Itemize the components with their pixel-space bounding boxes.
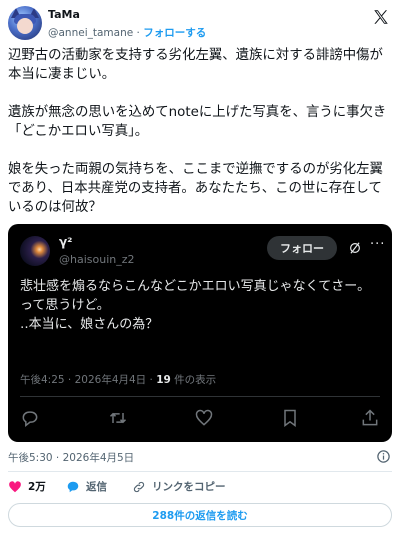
heart-icon[interactable] [194,408,214,428]
link-icon [133,481,145,492]
handle-separator: · [136,27,140,39]
quoted-divider [20,396,380,397]
author-handle[interactable]: @annei_tamane [48,27,133,39]
copy-link-button[interactable]: リンクをコピー [132,479,226,494]
quoted-tweet-text: 悲壮感を煽るならこんなどこかエロい写真じゃなくてさー。 って思うけど。 ‥本当に… [20,279,371,332]
x-logo-icon[interactable] [372,8,390,26]
like-count: 2万 [28,481,46,493]
author-handle-row: @annei_tamane · フォローする [48,25,206,40]
like-button[interactable]: 2万 [8,479,46,494]
reply-icon [67,481,79,492]
copy-link-label: リンクをコピー [152,481,226,493]
author-name[interactable]: TaMa [48,8,80,21]
reply-label: 返信 [86,481,107,493]
read-replies-button[interactable]: 288件の返信を読む [8,503,392,527]
retweet-icon[interactable] [108,408,128,428]
quoted-author-avatar[interactable] [20,236,50,266]
quoted-timestamp[interactable]: 午後4:25 · 2026年4月4日 · [20,374,156,386]
quoted-action-bar [8,408,392,430]
info-icon[interactable] [376,449,391,464]
follow-link[interactable]: フォローする [143,27,206,39]
heart-icon [9,480,21,492]
quoted-view-label: 件の表示 [170,374,217,386]
quoted-tweet-card[interactable]: γ² @haisouin_z2 フォロー ··· 悲壮感を煽るならこんなどこかエ… [8,224,392,442]
tweet-header: TaMa @annei_tamane · フォローする [8,6,392,40]
quoted-view-count: 19 [156,374,171,386]
grok-icon[interactable] [348,241,362,255]
quoted-follow-button[interactable]: フォロー [267,236,337,260]
quoted-author-name[interactable]: γ² [59,235,72,249]
divider [8,471,392,472]
tweet-timestamp[interactable]: 午後5:30 · 2026年4月5日 [8,450,134,465]
tweet-text: 辺野古の活動家を支持する劣化左翼、遺族に対する誹謗中傷が本当に凄まじい。 遺族が… [8,48,387,215]
share-icon[interactable] [360,408,380,428]
bookmark-icon[interactable] [280,408,300,428]
author-avatar[interactable] [8,6,42,40]
reply-icon[interactable] [20,408,40,428]
quoted-author-handle[interactable]: @haisouin_z2 [59,253,135,266]
reply-button[interactable]: 返信 [66,479,107,494]
more-icon[interactable]: ··· [370,237,385,252]
quoted-tweet-meta: 午後4:25 · 2026年4月4日 · 19 件の表示 [20,372,216,387]
